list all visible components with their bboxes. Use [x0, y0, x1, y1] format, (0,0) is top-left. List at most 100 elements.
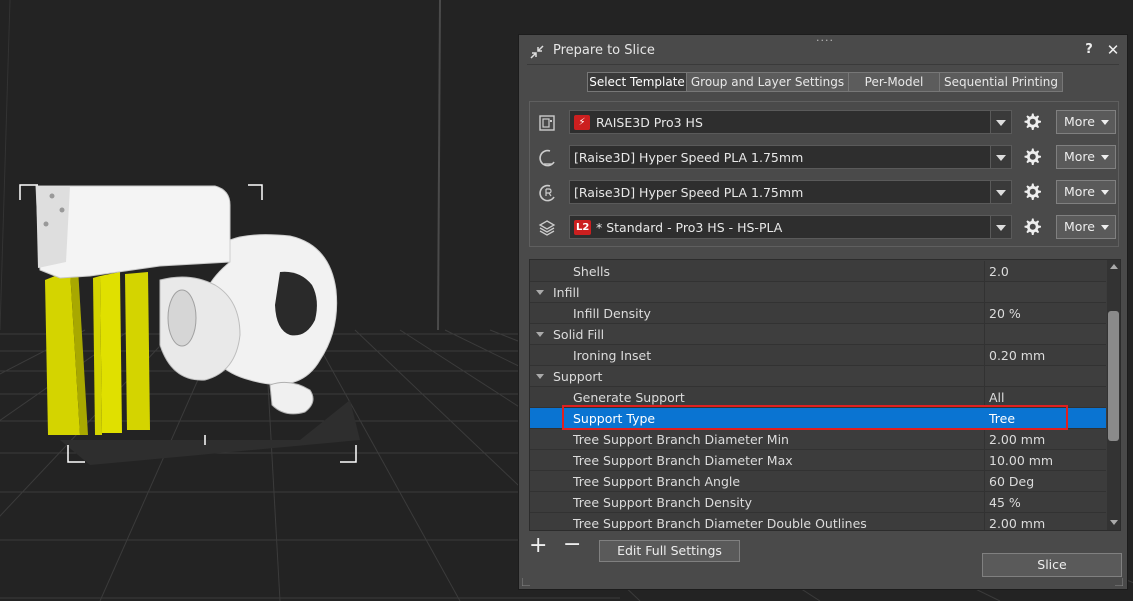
setting-row-branch-diameter-min[interactable]: Tree Support Branch Diameter Min 2.00 mm [530, 429, 1106, 450]
setting-row-branch-angle[interactable]: Tree Support Branch Angle 60 Deg [530, 471, 1106, 492]
setting-row-branch-diameter-max[interactable]: Tree Support Branch Diameter Max 10.00 m… [530, 450, 1106, 471]
setting-value[interactable]: 10.00 mm [989, 453, 1053, 468]
more-button-label: More [1064, 114, 1095, 129]
caret-down-icon [1101, 120, 1109, 125]
tab-sequential-printing[interactable]: Sequential Printing [940, 72, 1063, 92]
column-divider [984, 261, 985, 282]
tab-per-model[interactable]: Per-Model [849, 72, 940, 92]
column-divider [984, 282, 985, 303]
setting-value[interactable]: 20 % [989, 306, 1021, 321]
right-material-row: [Raise3D] Hyper Speed PLA 1.75mm More [530, 180, 1118, 206]
setting-row-branch-density[interactable]: Tree Support Branch Density 45 % [530, 492, 1106, 513]
scroll-up-icon[interactable] [1110, 264, 1118, 269]
column-divider [984, 492, 985, 513]
expand-arrow-icon[interactable] [536, 332, 544, 337]
dialog-tabs: Select Template Group and Layer Settings… [587, 72, 1063, 92]
more-button-label: More [1064, 149, 1095, 164]
resize-grip-icon[interactable] [1115, 578, 1123, 586]
left-material-row: [Raise3D] Hyper Speed PLA 1.75mm More [530, 145, 1118, 171]
setting-label: Generate Support [573, 390, 685, 405]
left-material-more-button[interactable]: More [1056, 145, 1116, 169]
highlight-annotation-box [562, 405, 1068, 430]
gear-icon[interactable] [1022, 217, 1042, 237]
chevron-down-icon[interactable] [990, 216, 1011, 238]
settings-scrollbar[interactable] [1107, 260, 1120, 530]
right-material-value: [Raise3D] Hyper Speed PLA 1.75mm [574, 185, 804, 200]
profile-select[interactable]: L2 * Standard - Pro3 HS - HS-PLA [569, 215, 1012, 239]
profile-more-button[interactable]: More [1056, 215, 1116, 239]
chevron-down-icon[interactable] [990, 111, 1011, 133]
printer-more-button[interactable]: More [1056, 110, 1116, 134]
profile-select-value: * Standard - Pro3 HS - HS-PLA [596, 220, 783, 235]
left-material-value: [Raise3D] Hyper Speed PLA 1.75mm [574, 150, 804, 165]
column-divider [984, 345, 985, 366]
column-divider [984, 450, 985, 471]
caret-down-icon [1101, 225, 1109, 230]
setting-label: Tree Support Branch Density [573, 495, 752, 510]
column-divider [984, 513, 985, 530]
prepare-to-slice-dialog: .... Prepare to Slice ? ✕ Select Templat… [518, 32, 1128, 590]
setting-group-solid-fill[interactable]: Solid Fill [530, 324, 1106, 345]
setting-row-shells[interactable]: Shells 2.0 [530, 261, 1106, 282]
close-button[interactable]: ✕ [1105, 41, 1121, 59]
column-divider [984, 324, 985, 345]
right-material-more-button[interactable]: More [1056, 180, 1116, 204]
title-divider [527, 64, 1119, 65]
profile-level-badge: L2 [574, 220, 592, 235]
setting-value[interactable]: 2.00 mm [989, 432, 1045, 447]
remove-setting-button[interactable]: − [563, 534, 581, 556]
gear-icon[interactable] [1022, 147, 1042, 167]
right-extruder-icon [539, 184, 555, 202]
dialog-titlebar[interactable]: Prepare to Slice ? ✕ [519, 39, 1127, 63]
chevron-down-icon[interactable] [990, 181, 1011, 203]
more-button-label: More [1064, 219, 1095, 234]
setting-value[interactable]: 60 Deg [989, 474, 1034, 489]
scrollbar-thumb[interactable] [1108, 311, 1119, 441]
left-material-select[interactable]: [Raise3D] Hyper Speed PLA 1.75mm [569, 145, 1012, 169]
setting-label: Tree Support Branch Diameter Double Outl… [573, 516, 867, 531]
scroll-down-icon[interactable] [1110, 520, 1118, 525]
settings-tree: Shells 2.0 Infill Infill Density 20 % So… [529, 259, 1121, 531]
tab-group-and-layer-settings[interactable]: Group and Layer Settings [687, 72, 849, 92]
group-label: Infill [553, 285, 580, 300]
column-divider [984, 471, 985, 492]
expand-arrow-icon[interactable] [536, 290, 544, 295]
setting-row-ironing-inset[interactable]: Ironing Inset 0.20 mm [530, 345, 1106, 366]
caret-down-icon [1101, 190, 1109, 195]
setting-value[interactable]: All [989, 390, 1005, 405]
expand-arrow-icon[interactable] [536, 374, 544, 379]
chevron-down-icon[interactable] [990, 146, 1011, 168]
setting-row-branch-diameter-double-outlines[interactable]: Tree Support Branch Diameter Double Outl… [530, 513, 1106, 531]
setting-row-infill-density[interactable]: Infill Density 20 % [530, 303, 1106, 324]
setting-label: Tree Support Branch Diameter Min [573, 432, 789, 447]
help-button[interactable]: ? [1083, 42, 1095, 57]
setting-value[interactable]: 2.00 mm [989, 516, 1045, 530]
setting-label: Infill Density [573, 306, 651, 321]
add-setting-button[interactable]: + [529, 535, 547, 557]
support-structure [45, 268, 150, 435]
tab-select-template[interactable]: Select Template [587, 72, 687, 92]
setting-value[interactable]: 45 % [989, 495, 1021, 510]
left-extruder-icon [539, 149, 555, 167]
printer-select[interactable]: ⚡ RAISE3D Pro3 HS [569, 110, 1012, 134]
edit-full-settings-button[interactable]: Edit Full Settings [599, 540, 740, 562]
printer-brand-badge: ⚡ [574, 115, 590, 130]
printer-icon [539, 115, 555, 131]
setting-value[interactable]: 2.0 [989, 264, 1009, 279]
slice-button[interactable]: Slice [982, 553, 1122, 577]
printer-preset-row: ⚡ RAISE3D Pro3 HS More [530, 110, 1118, 136]
gear-icon[interactable] [1022, 182, 1042, 202]
printer-select-value: RAISE3D Pro3 HS [596, 115, 703, 130]
setting-label: Shells [573, 264, 611, 279]
resize-grip-icon[interactable] [522, 578, 530, 586]
setting-group-support[interactable]: Support [530, 366, 1106, 387]
layers-icon [538, 220, 556, 236]
group-label: Support [553, 369, 603, 384]
collapse-arrows-icon[interactable] [529, 44, 545, 60]
setting-value[interactable]: 0.20 mm [989, 348, 1045, 363]
profile-preset-row: L2 * Standard - Pro3 HS - HS-PLA More [530, 215, 1118, 241]
gear-icon[interactable] [1022, 112, 1042, 132]
right-material-select[interactable]: [Raise3D] Hyper Speed PLA 1.75mm [569, 180, 1012, 204]
more-button-label: More [1064, 184, 1095, 199]
setting-group-infill[interactable]: Infill [530, 282, 1106, 303]
